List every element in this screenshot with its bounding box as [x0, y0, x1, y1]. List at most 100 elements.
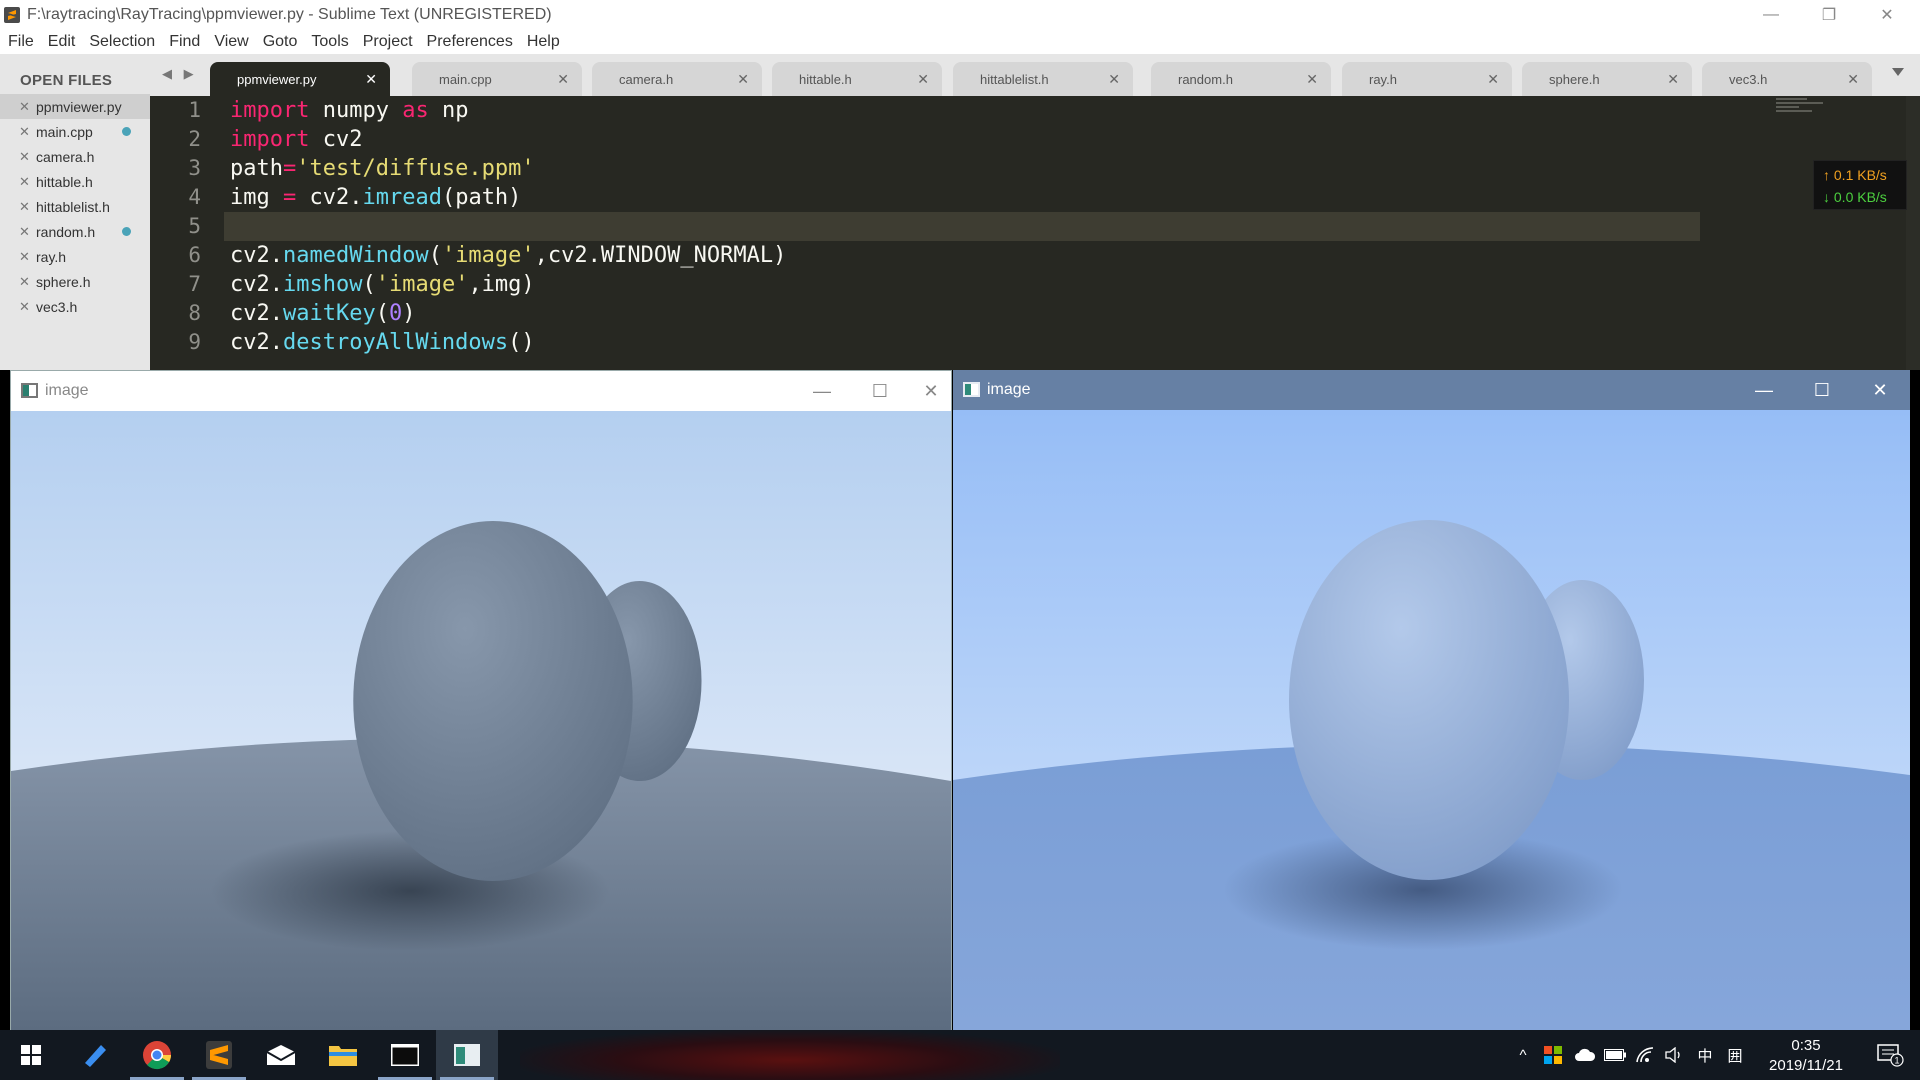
tab-close-icon[interactable]: ✕ [1847, 71, 1859, 88]
code-line-1[interactable]: import numpy as np [230, 96, 1700, 125]
window-title: F:\raytracing\RayTracing\ppmviewer.py - … [27, 6, 552, 23]
close-icon[interactable]: ✕ [19, 149, 33, 165]
tab-ray[interactable]: ray.h ✕ [1342, 62, 1512, 96]
tray-ime-indicator[interactable]: 中 [1690, 1030, 1720, 1080]
close-icon[interactable]: ✕ [19, 99, 33, 115]
sidebar-item-hittablelist[interactable]: ✕ hittablelist.h [0, 194, 150, 219]
tab-dropdown-icon[interactable] [1892, 68, 1904, 76]
sidebar-item-hittable[interactable]: ✕ hittable.h [0, 169, 150, 194]
taskbar-mail[interactable] [250, 1030, 312, 1080]
code-area[interactable]: import numpy as np import cv2 path='test… [224, 96, 1700, 357]
image-maximize-button[interactable]: ☐ [851, 371, 909, 411]
tab-sphere[interactable]: sphere.h ✕ [1522, 62, 1692, 96]
sidebar-item-label: hittable.h [36, 173, 93, 190]
tray-ime-mode[interactable]: 囲 [1720, 1030, 1750, 1080]
image-close-button[interactable]: ✕ [1851, 370, 1909, 410]
tab-label: ppmviewer.py [237, 71, 317, 87]
tab-main-cpp[interactable]: main.cpp ✕ [412, 62, 582, 96]
taskbar-chrome[interactable] [126, 1030, 188, 1080]
code-editor[interactable]: 1 2 3 4 5 6 7 8 9 import numpy as np imp… [150, 96, 1920, 370]
code-line-6[interactable]: cv2.namedWindow('image',cv2.WINDOW_NORMA… [230, 241, 1700, 270]
taskbar-sublime[interactable] [188, 1030, 250, 1080]
taskbar-image-viewer[interactable] [436, 1030, 498, 1080]
editor-scrollbar[interactable] [1906, 96, 1920, 370]
menu-tools[interactable]: Tools [304, 33, 355, 51]
tab-close-icon[interactable]: ✕ [1306, 71, 1318, 88]
menu-file[interactable]: File [0, 33, 41, 51]
image-maximize-button[interactable]: ☐ [1793, 370, 1851, 410]
image-window-right[interactable]: image — ☐ ✕ [953, 370, 1910, 1030]
sidebar-item-ppmviewer[interactable]: ✕ ppmviewer.py [0, 94, 150, 119]
sidebar-item-camera[interactable]: ✕ camera.h [0, 144, 150, 169]
code-token: cv2. [296, 185, 363, 210]
code-line-8[interactable]: cv2.waitKey(0) [230, 299, 1700, 328]
image-minimize-button[interactable]: — [793, 371, 851, 411]
code-line-4[interactable]: img = cv2.imread(path) [230, 183, 1700, 212]
sidebar-item-ray[interactable]: ✕ ray.h [0, 244, 150, 269]
tray-volume-icon[interactable] [1660, 1030, 1690, 1080]
line-number: 3 [188, 156, 201, 180]
close-icon[interactable]: ✕ [19, 224, 33, 240]
tray-battery-icon[interactable] [1600, 1030, 1630, 1080]
tab-close-icon[interactable]: ✕ [365, 71, 377, 88]
tray-wifi-icon[interactable] [1630, 1030, 1660, 1080]
tray-app-icon[interactable] [1538, 1030, 1568, 1080]
sidebar-item-vec3[interactable]: ✕ vec3.h [0, 294, 150, 319]
image-minimize-button[interactable]: — [1735, 370, 1793, 410]
tab-close-icon[interactable]: ✕ [1667, 71, 1679, 88]
menu-preferences[interactable]: Preferences [420, 33, 520, 51]
image-window-titlebar[interactable]: image — ☐ ✕ [953, 370, 1910, 410]
menu-selection[interactable]: Selection [82, 33, 162, 51]
tab-random[interactable]: random.h ✕ [1151, 62, 1331, 96]
tab-camera[interactable]: camera.h ✕ [592, 62, 762, 96]
close-icon[interactable]: ✕ [19, 249, 33, 265]
close-icon[interactable]: ✕ [19, 174, 33, 190]
taskbar-pen-app[interactable] [64, 1030, 126, 1080]
menu-find[interactable]: Find [162, 33, 207, 51]
code-line-7[interactable]: cv2.imshow('image',img) [230, 270, 1700, 299]
tab-close-icon[interactable]: ✕ [1108, 71, 1120, 88]
tab-nav-arrows-icon[interactable]: ◀ ▶ [162, 66, 198, 82]
close-icon[interactable]: ✕ [19, 299, 33, 315]
close-icon[interactable]: ✕ [19, 274, 33, 290]
image-window-left[interactable]: image — ☐ ✕ [10, 370, 952, 1031]
menu-help[interactable]: Help [520, 33, 567, 51]
taskbar-clock[interactable]: 0:35 2019/11/21 [1750, 1036, 1862, 1076]
tab-close-icon[interactable]: ✕ [557, 71, 569, 88]
image-close-button[interactable]: ✕ [909, 371, 953, 411]
tab-bar: ◀ ▶ ppmviewer.py ✕ main.cpp ✕ camera.h ✕… [150, 54, 1920, 96]
taskbar-terminal[interactable] [374, 1030, 436, 1080]
menu-view[interactable]: View [207, 33, 255, 51]
menu-edit[interactable]: Edit [41, 33, 83, 51]
menu-goto[interactable]: Goto [256, 33, 305, 51]
code-line-2[interactable]: import cv2 [230, 125, 1700, 154]
sidebar-item-sphere[interactable]: ✕ sphere.h [0, 269, 150, 294]
close-button[interactable]: ✕ [1858, 0, 1916, 30]
code-line-9[interactable]: cv2.destroyAllWindows() [230, 328, 1700, 357]
tab-ppmviewer[interactable]: ppmviewer.py ✕ [210, 62, 390, 96]
tab-hittable[interactable]: hittable.h ✕ [772, 62, 942, 96]
tray-cloud-icon[interactable] [1570, 1030, 1600, 1080]
tab-close-icon[interactable]: ✕ [917, 71, 929, 88]
close-icon[interactable]: ✕ [19, 124, 33, 140]
close-icon[interactable]: ✕ [19, 199, 33, 215]
tab-vec3[interactable]: vec3.h ✕ [1702, 62, 1872, 96]
wifi-icon [1636, 1047, 1654, 1063]
tab-label: hittable.h [799, 71, 852, 87]
taskbar-file-explorer[interactable] [312, 1030, 374, 1080]
tab-close-icon[interactable]: ✕ [1487, 71, 1499, 88]
minimap[interactable] [1776, 98, 1828, 116]
sidebar-item-random[interactable]: ✕ random.h [0, 219, 150, 244]
menu-project[interactable]: Project [356, 33, 420, 51]
code-line-3[interactable]: path='test/diffuse.ppm' [230, 154, 1700, 183]
action-center-button[interactable]: 1 [1862, 1030, 1920, 1080]
code-line-5[interactable] [224, 212, 1700, 241]
restore-button[interactable]: ❐ [1800, 0, 1858, 30]
image-window-titlebar[interactable]: image — ☐ ✕ [11, 371, 951, 411]
tab-close-icon[interactable]: ✕ [737, 71, 749, 88]
sidebar-item-main-cpp[interactable]: ✕ main.cpp [0, 119, 150, 144]
tab-hittablelist[interactable]: hittablelist.h ✕ [953, 62, 1133, 96]
tray-chevron-icon[interactable]: ^ [1510, 1030, 1536, 1080]
minimize-button[interactable]: — [1742, 0, 1800, 30]
start-button[interactable] [0, 1030, 62, 1080]
